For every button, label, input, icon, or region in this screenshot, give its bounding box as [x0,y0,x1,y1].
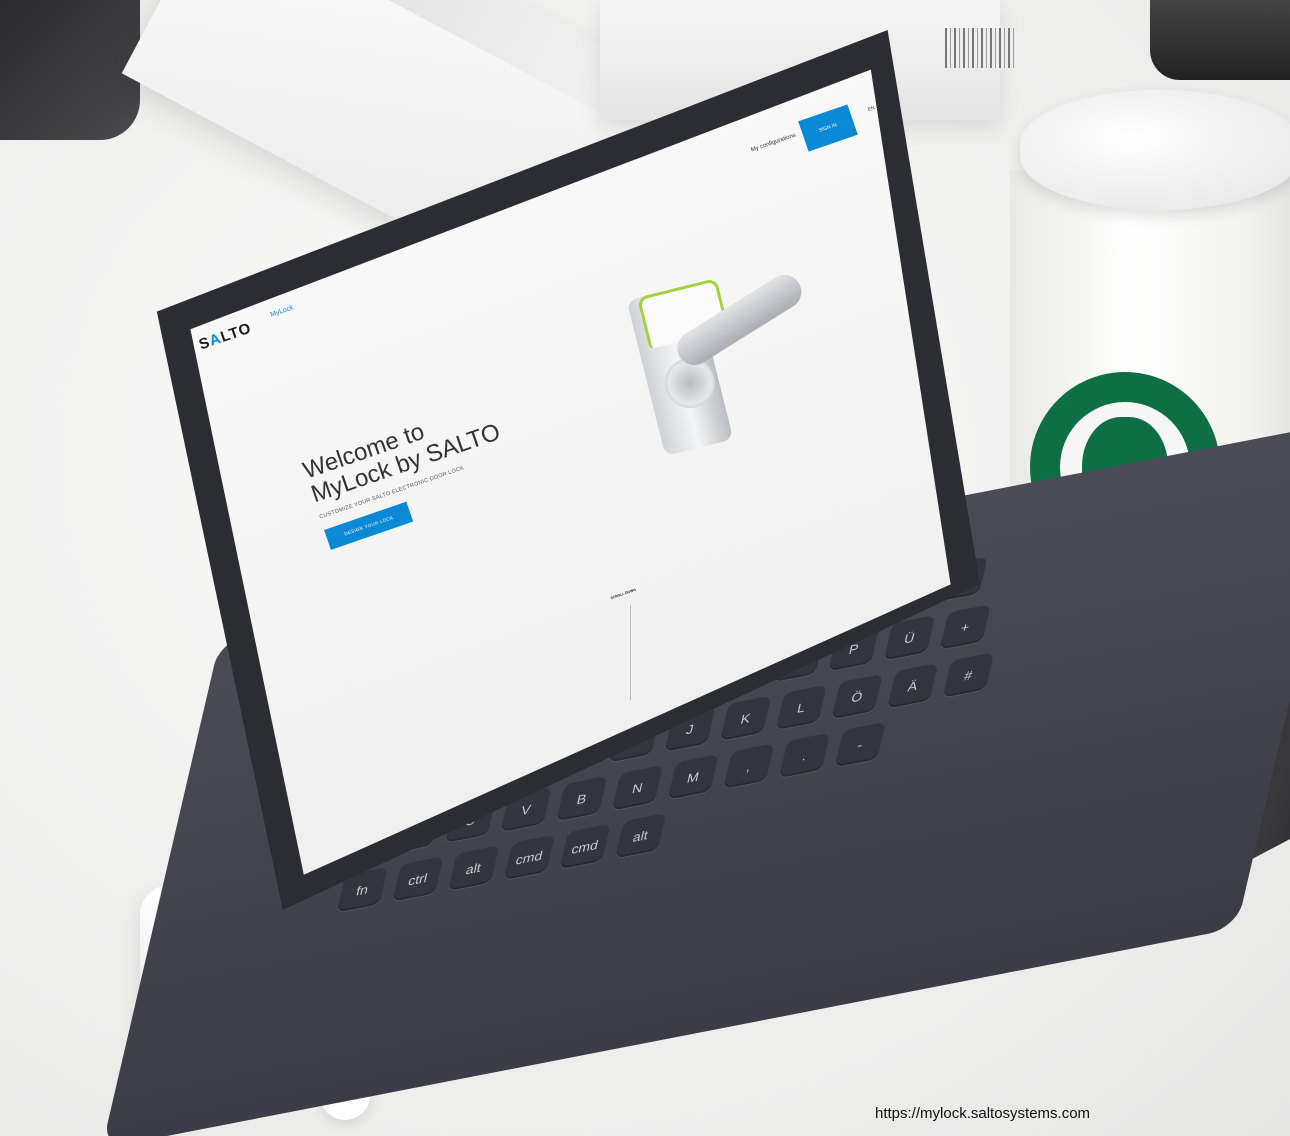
dark-object-top-right [1150,0,1290,80]
lock-rose [665,358,715,408]
door-lock-image [625,268,815,470]
language-selector[interactable]: EN [867,105,876,113]
signin-button[interactable]: SIGN IN [798,104,858,152]
nav-mylock-link[interactable]: MyLock [270,304,295,318]
scroll-line [630,605,631,700]
hero-section: Welcome to MyLock by SALTO CUSTOMIZE YOU… [300,396,518,551]
logo-suffix: LTO [218,319,254,346]
cup-lid [1020,90,1290,210]
salto-logo[interactable]: SALTO [197,320,254,354]
dark-object-top-left [0,0,140,140]
url-caption: https://mylock.saltosystems.com [875,1105,1091,1122]
scroll-down-label[interactable]: SCROLL DOWN [610,588,636,600]
nav-my-configurations[interactable]: My configurations [750,133,796,154]
photo-scene: 1234567890ß´QWERTZUIOPÜ+ASDFGHJKLÖÄ#YXCV… [0,0,1290,1136]
